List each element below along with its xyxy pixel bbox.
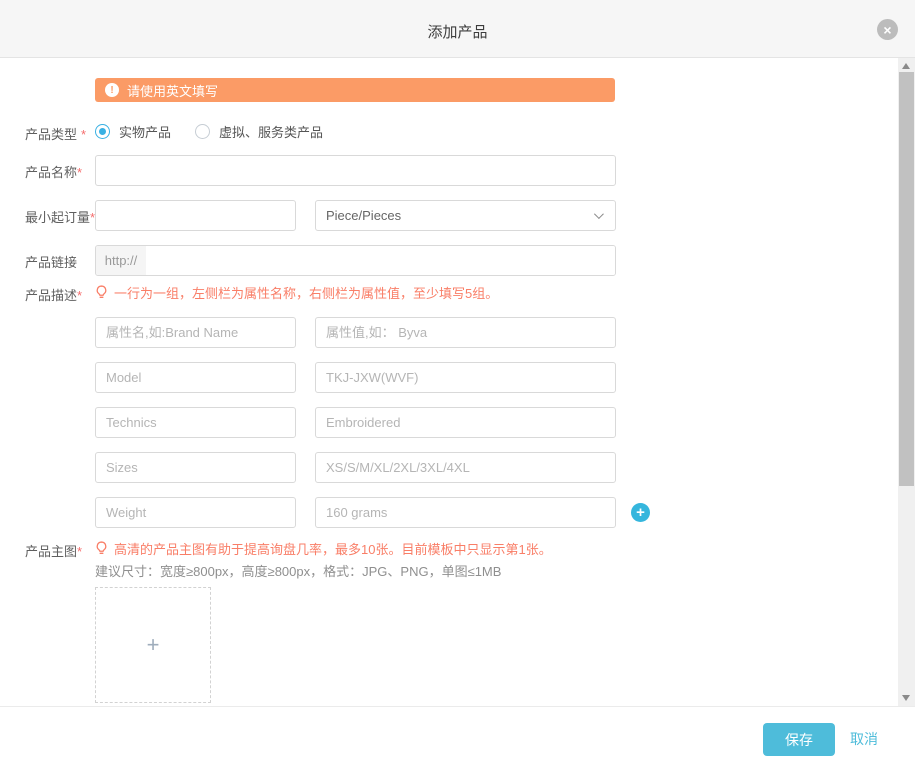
moq-unit-value: Piece/Pieces	[326, 208, 401, 223]
scrollbar-thumb[interactable]	[899, 72, 914, 486]
attr-value-input-3[interactable]	[315, 407, 616, 438]
attr-value-input-5[interactable]	[315, 497, 616, 528]
required-mark: *	[77, 288, 82, 303]
dialog-header: 添加产品 ×	[0, 0, 915, 58]
close-icon[interactable]: ×	[877, 19, 898, 40]
product-link-field: http://	[95, 245, 616, 276]
cancel-button[interactable]: 取消	[850, 723, 878, 756]
attr-name-input-4[interactable]	[95, 452, 296, 483]
radio-icon	[95, 124, 110, 139]
bulb-icon	[95, 285, 108, 300]
product-name-input[interactable]	[95, 155, 616, 186]
product-type-label: 产品类型*	[25, 124, 86, 143]
add-attribute-row-button[interactable]: +	[631, 503, 650, 522]
image-upload-box[interactable]: +	[95, 587, 211, 703]
product-link-label: 产品链接	[25, 252, 77, 271]
attr-value-input-4[interactable]	[315, 452, 616, 483]
required-mark: *	[77, 165, 82, 180]
description-hint: 一行为一组，左侧栏为属性名称，右侧栏为属性值，至少填写5组。	[95, 283, 498, 302]
required-mark: *	[81, 127, 86, 142]
radio-label: 实物产品	[119, 122, 171, 141]
description-label: 产品描述*	[25, 285, 82, 304]
attr-name-input-5[interactable]	[95, 497, 296, 528]
attr-value-input-2[interactable]	[315, 362, 616, 393]
banner-text: 请使用英文填写	[127, 81, 218, 100]
dialog-footer: 保存 取消	[0, 706, 915, 773]
url-prefix: http://	[96, 246, 146, 275]
bulb-icon	[95, 541, 108, 556]
plus-icon: +	[636, 505, 645, 520]
info-icon: !	[105, 83, 119, 97]
attr-name-input-3[interactable]	[95, 407, 296, 438]
main-image-label: 产品主图*	[25, 541, 82, 560]
radio-icon	[195, 124, 210, 139]
save-button[interactable]: 保存	[763, 723, 835, 756]
dialog-body: ! 请使用英文填写 产品类型* 实物产品 虚拟、服务类产品 产品名称* 最小起订…	[0, 58, 915, 706]
dialog-title: 添加产品	[0, 21, 915, 42]
main-image-hint: 高清的产品主图有助于提高询盘几率，最多10张。目前模板中只显示第1张。	[95, 539, 552, 558]
scrollbar[interactable]	[898, 58, 915, 706]
add-product-dialog: 添加产品 × ! 请使用英文填写 产品类型* 实物产品 虚拟、服务类产品	[0, 0, 915, 773]
radio-label: 虚拟、服务类产品	[219, 122, 323, 141]
description-hint-text: 一行为一组，左侧栏为属性名称，右侧栏为属性值，至少填写5组。	[114, 283, 498, 302]
radio-virtual-product[interactable]: 虚拟、服务类产品	[195, 122, 323, 141]
main-image-hint-text: 高清的产品主图有助于提高询盘几率，最多10张。目前模板中只显示第1张。	[114, 539, 552, 558]
scroll-down-arrow-icon[interactable]	[902, 695, 910, 701]
attr-name-input-1[interactable]	[95, 317, 296, 348]
product-type-radio-group: 实物产品 虚拟、服务类产品	[95, 122, 323, 141]
attr-value-input-1[interactable]	[315, 317, 616, 348]
scroll-up-arrow-icon[interactable]	[902, 63, 910, 69]
moq-label: 最小起订量*	[25, 207, 95, 226]
close-glyph: ×	[883, 23, 891, 37]
product-link-input[interactable]	[146, 246, 615, 275]
product-name-label: 产品名称*	[25, 162, 82, 181]
chevron-down-icon	[594, 209, 604, 219]
attr-name-input-2[interactable]	[95, 362, 296, 393]
upload-plus-icon: +	[147, 632, 160, 658]
required-mark: *	[77, 544, 82, 559]
english-only-banner: ! 请使用英文填写	[95, 78, 615, 102]
radio-physical-product[interactable]: 实物产品	[95, 122, 171, 141]
moq-input[interactable]	[95, 200, 296, 231]
moq-unit-select[interactable]: Piece/Pieces	[315, 200, 616, 231]
main-image-size-hint: 建议尺寸：宽度≥800px，高度≥800px，格式：JPG、PNG，单图≤1MB	[95, 561, 501, 580]
